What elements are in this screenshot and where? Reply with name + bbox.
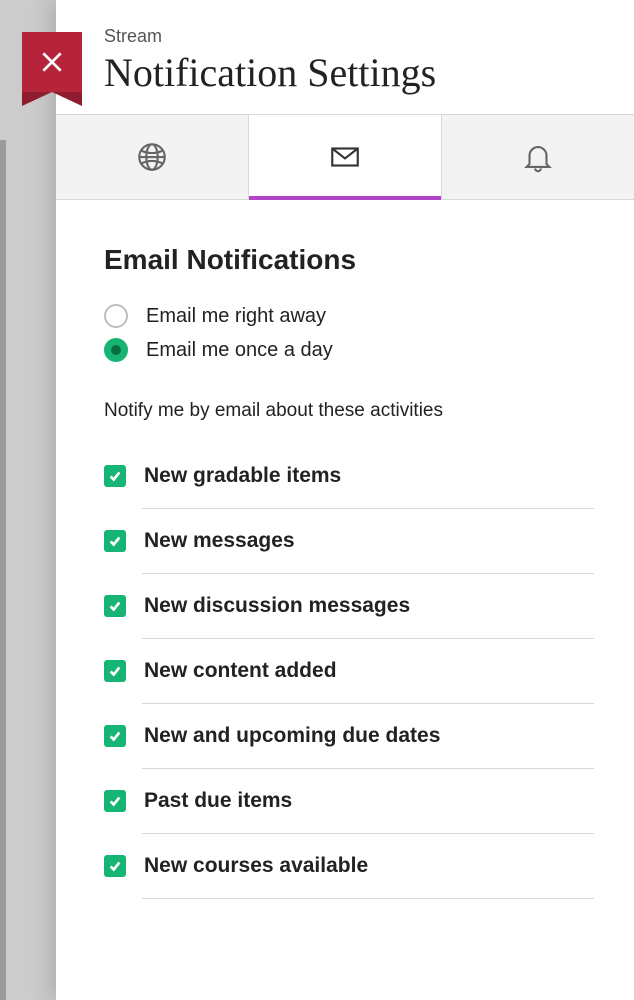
activity-new-content-added[interactable]: New content added [104, 639, 594, 703]
activity-new-messages[interactable]: New messages [104, 509, 594, 573]
divider [142, 898, 594, 899]
activity-label: New discussion messages [144, 594, 410, 618]
activity-label: New gradable items [144, 464, 341, 488]
activity-label: New messages [144, 529, 295, 553]
tab-email[interactable] [249, 115, 442, 199]
checkbox-icon [104, 725, 126, 747]
settings-panel: Stream Notification Settings [56, 0, 634, 1000]
tab-bar [56, 114, 634, 200]
frequency-option-immediate[interactable]: Email me right away [104, 304, 594, 328]
close-icon [39, 49, 65, 75]
section-heading: Email Notifications [104, 244, 594, 276]
activity-new-upcoming-due-dates[interactable]: New and upcoming due dates [104, 704, 594, 768]
radio-icon [104, 304, 128, 328]
activity-new-discussion-messages[interactable]: New discussion messages [104, 574, 594, 638]
radio-label: Email me right away [146, 305, 326, 328]
checkbox-icon [104, 660, 126, 682]
radio-label: Email me once a day [146, 339, 333, 362]
radio-icon [104, 338, 128, 362]
background-left-strip [0, 0, 56, 1000]
page-title: Notification Settings [104, 49, 594, 96]
checkbox-icon [104, 790, 126, 812]
breadcrumb: Stream [104, 26, 594, 47]
activity-label: New courses available [144, 854, 368, 878]
background-left-inner [0, 140, 6, 1000]
frequency-group: Email me right away Email me once a day [104, 304, 594, 362]
activities-list: New gradable items New messages New disc… [104, 444, 594, 899]
checkbox-icon [104, 465, 126, 487]
activity-past-due-items[interactable]: Past due items [104, 769, 594, 833]
close-button[interactable] [22, 32, 82, 92]
checkbox-icon [104, 530, 126, 552]
activity-new-courses-available[interactable]: New courses available [104, 834, 594, 898]
activity-label: Past due items [144, 789, 292, 813]
activity-label: New content added [144, 659, 337, 683]
globe-icon [135, 140, 169, 174]
panel-content: Email Notifications Email me right away … [56, 200, 634, 899]
checkbox-icon [104, 595, 126, 617]
bell-icon [521, 140, 555, 174]
panel-header: Stream Notification Settings [56, 0, 634, 114]
activity-new-gradable-items[interactable]: New gradable items [104, 444, 594, 508]
mail-icon [328, 140, 362, 174]
tab-push[interactable] [442, 115, 634, 199]
checkbox-icon [104, 855, 126, 877]
activity-label: New and upcoming due dates [144, 724, 440, 748]
frequency-option-daily[interactable]: Email me once a day [104, 338, 594, 362]
activities-heading: Notify me by email about these activitie… [104, 400, 594, 422]
tab-global[interactable] [56, 115, 249, 199]
